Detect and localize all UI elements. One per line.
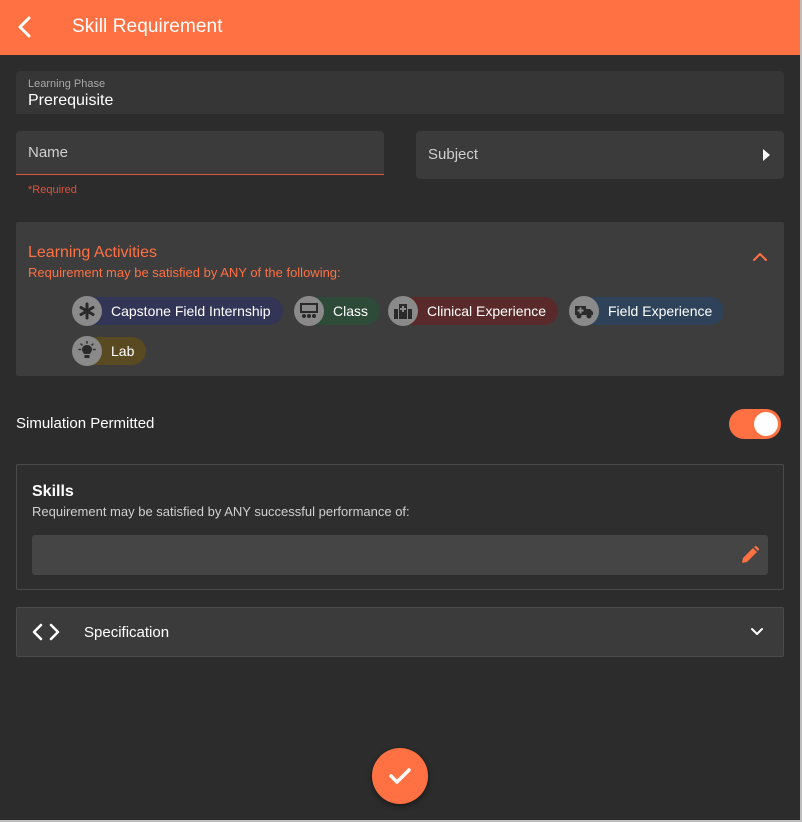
toggle-knob xyxy=(754,412,778,436)
app-header: Skill Requirement xyxy=(0,0,800,55)
activity-chip-label: Clinical Experience xyxy=(427,303,547,319)
collapse-activities-button[interactable] xyxy=(750,250,770,264)
activity-chip-class: Class xyxy=(294,296,381,326)
skills-card: Skills Requirement may be satisfied by A… xyxy=(16,464,784,590)
app-window: Skill Requirement Learning Phase Prerequ… xyxy=(0,0,802,822)
code-brackets-icon xyxy=(32,623,60,641)
name-input[interactable] xyxy=(16,131,384,174)
page-title: Skill Requirement xyxy=(72,16,223,37)
skills-list-box xyxy=(32,535,768,575)
skills-title: Skills xyxy=(32,483,74,500)
check-icon xyxy=(389,768,411,784)
caret-right-icon xyxy=(763,149,770,161)
lightbulb-icon xyxy=(72,336,102,366)
activity-chip-clinical: Clinical Experience xyxy=(388,296,559,326)
learning-phase-value: Prerequisite xyxy=(28,92,114,109)
simulation-permitted-toggle[interactable] xyxy=(729,409,781,439)
specification-label: Specification xyxy=(84,624,170,641)
learning-phase-field: Learning Phase Prerequisite xyxy=(16,71,784,114)
activity-chip-label: Lab xyxy=(111,343,135,359)
activity-chip-lab: Lab xyxy=(72,336,147,366)
pencil-icon xyxy=(742,545,760,563)
learning-phase-label: Learning Phase xyxy=(28,78,106,90)
classroom-icon xyxy=(294,296,324,326)
edit-skills-button[interactable] xyxy=(740,545,760,565)
hospital-icon xyxy=(388,296,418,326)
learning-activities-title: Learning Activities xyxy=(28,244,157,261)
learning-activities-subtitle: Requirement may be satisfied by ANY of t… xyxy=(28,265,341,280)
activity-chip-label: Class xyxy=(333,303,369,319)
subject-placeholder: Subject xyxy=(428,146,479,163)
skills-subtitle: Requirement may be satisfied by ANY succ… xyxy=(32,504,410,519)
save-fab-button[interactable] xyxy=(372,748,428,804)
activity-chip-label: Capstone Field Internship xyxy=(111,303,271,319)
simulation-permitted-label: Simulation Permitted xyxy=(16,415,155,432)
chevron-left-icon xyxy=(18,16,31,38)
subject-select[interactable]: Subject xyxy=(416,131,784,179)
back-button[interactable] xyxy=(12,14,38,40)
name-required-hint: *Required xyxy=(28,184,77,196)
name-field-container xyxy=(16,131,384,175)
chevron-down-icon xyxy=(751,628,763,635)
activity-chip-label: Field Experience xyxy=(608,303,713,319)
activity-chip-capstone: Capstone Field Internship xyxy=(72,296,283,326)
learning-activities-panel: Learning Activities Requirement may be s… xyxy=(16,222,784,376)
activity-chip-field: Field Experience xyxy=(569,296,725,326)
asterisk-icon xyxy=(72,296,102,326)
specification-expander[interactable]: Specification xyxy=(16,607,784,657)
ambulance-icon xyxy=(569,296,599,326)
chevron-up-icon xyxy=(753,253,767,261)
